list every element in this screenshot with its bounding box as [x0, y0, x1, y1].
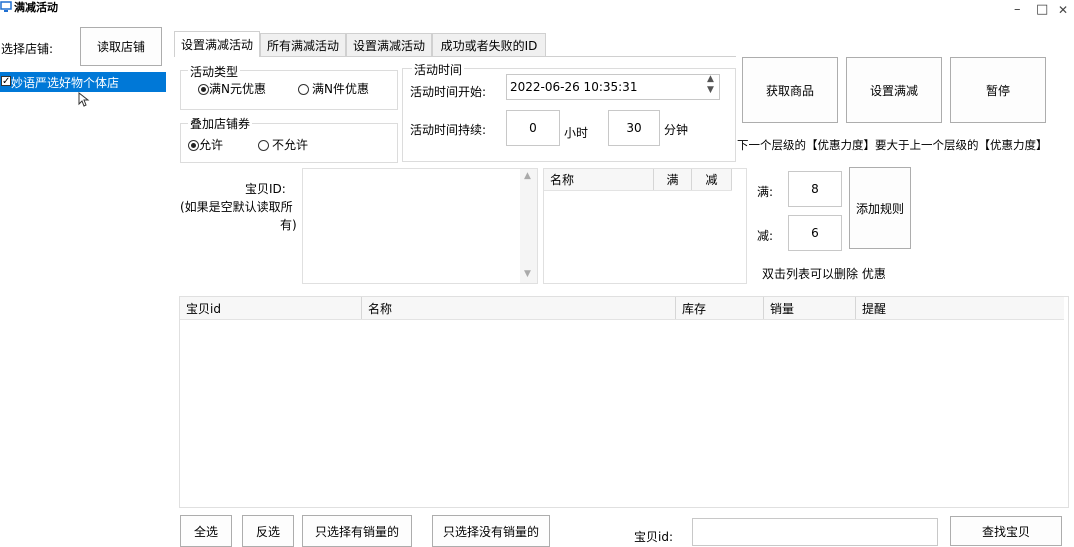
full-label: 满:	[757, 185, 774, 199]
start-time-value: 2022-06-26 10:35:31	[510, 80, 638, 94]
radio-full-amount[interactable]: 满N元优惠	[198, 80, 266, 97]
shop-coupon-title: 叠加店铺券	[188, 115, 253, 132]
only-without-sales-button[interactable]: 只选择没有销量的	[432, 515, 550, 547]
shop-list-item[interactable]: ✓ 妙语严选好物个体店	[0, 72, 166, 92]
minutes-input[interactable]: 30	[608, 110, 660, 146]
col-name[interactable]: 名称	[362, 297, 676, 319]
scroll-down-icon[interactable]: ▼	[524, 269, 531, 279]
close-icon[interactable]: ✕	[1058, 3, 1068, 17]
minutes-value: 30	[626, 121, 642, 135]
tab-success-failure-ids[interactable]: 成功或者失败的ID	[432, 33, 546, 57]
reduce-amount-value: 6	[811, 226, 819, 240]
only-with-sales-button[interactable]: 只选择有销量的	[302, 515, 412, 547]
rules-col-reduce[interactable]: 减	[692, 169, 732, 190]
search-item-id-label: 宝贝id:	[634, 530, 673, 544]
rules-hint: 双击列表可以删除 优惠	[762, 267, 886, 281]
select-all-button[interactable]: 全选	[180, 515, 232, 547]
activity-time-title: 活动时间	[412, 61, 465, 78]
start-time-label: 活动时间开始:	[410, 85, 487, 99]
radio-selected-icon[interactable]	[188, 140, 199, 151]
hours-unit: 小时	[564, 126, 589, 140]
rules-col-name[interactable]: 名称	[544, 169, 654, 190]
maximize-icon[interactable]: □	[1036, 2, 1048, 17]
scrollbar[interactable]: ▲ ▼	[520, 169, 537, 283]
set-discount-button[interactable]: 设置满减	[846, 57, 942, 123]
radio-selected-icon[interactable]	[198, 84, 209, 95]
goods-table-header: 宝贝id 名称 库存 销量 提醒	[180, 297, 1064, 320]
item-id-hint-end: 有)	[280, 218, 297, 232]
hours-value: 0	[529, 121, 537, 135]
goods-table[interactable]: 宝贝id 名称 库存 销量 提醒	[179, 296, 1069, 508]
activity-type-title: 活动类型	[188, 63, 241, 80]
mouse-cursor-icon	[78, 92, 90, 107]
minimize-icon[interactable]: –	[1014, 2, 1021, 17]
radio-disallow[interactable]: 不允许	[258, 136, 308, 153]
minutes-unit: 分钟	[664, 123, 689, 137]
title-bar: 满减活动 – □ ✕	[0, 0, 1074, 22]
start-time-picker[interactable]: 2022-06-26 10:35:31 ▲ ▼	[506, 74, 720, 100]
full-amount-input[interactable]: 8	[788, 171, 842, 207]
rules-col-full[interactable]: 满	[654, 169, 692, 190]
add-rule-button[interactable]: 添加规则	[849, 167, 911, 249]
checkbox-icon[interactable]: ✓	[1, 76, 11, 87]
spin-down-icon[interactable]: ▼	[707, 85, 714, 95]
get-goods-button[interactable]: 获取商品	[742, 57, 838, 123]
radio-full-count[interactable]: 满N件优惠	[298, 80, 369, 97]
rules-list-header: 名称 满 减	[544, 169, 732, 191]
find-item-button[interactable]: 查找宝贝	[950, 516, 1062, 546]
col-stock[interactable]: 库存	[676, 297, 764, 319]
col-item-id[interactable]: 宝贝id	[180, 297, 362, 319]
full-amount-value: 8	[811, 182, 819, 196]
item-id-label: 宝贝ID:	[245, 182, 286, 196]
shop-name: 妙语严选好物个体店	[11, 76, 120, 90]
item-id-hint: (如果是空默认读取所	[180, 200, 293, 214]
reduce-amount-input[interactable]: 6	[788, 215, 842, 251]
radio-allow[interactable]: 允许	[188, 136, 223, 153]
pause-button[interactable]: 暂停	[950, 57, 1046, 123]
hours-input[interactable]: 0	[506, 110, 560, 146]
reduce-label: 减:	[757, 229, 774, 243]
scroll-up-icon[interactable]: ▲	[524, 171, 531, 181]
search-item-id-input[interactable]	[692, 518, 938, 546]
tab-set-discount-2[interactable]: 设置满减活动	[346, 33, 432, 57]
radio-unselected-icon[interactable]	[258, 140, 269, 151]
item-id-textarea[interactable]: ▲ ▼	[302, 168, 538, 284]
rules-list[interactable]: 名称 满 减	[543, 168, 747, 284]
select-shop-label: 选择店铺:	[1, 42, 54, 56]
app-icon	[0, 1, 12, 12]
invert-selection-button[interactable]: 反选	[242, 515, 294, 547]
radio-unselected-icon[interactable]	[298, 84, 309, 95]
col-reminder[interactable]: 提醒	[856, 297, 1064, 319]
col-sales[interactable]: 销量	[764, 297, 856, 319]
read-shop-button[interactable]: 读取店铺	[80, 27, 162, 66]
tab-all-discounts[interactable]: 所有满减活动	[260, 33, 346, 57]
duration-label: 活动时间持续:	[410, 123, 487, 137]
tab-set-discount[interactable]: 设置满减活动	[174, 31, 260, 57]
discount-tier-notice: 下一个层级的【优惠力度】要大于上一个层级的【优惠力度】	[737, 138, 1048, 152]
window-title: 满减活动	[14, 1, 58, 14]
spin-up-icon[interactable]: ▲	[707, 74, 714, 84]
